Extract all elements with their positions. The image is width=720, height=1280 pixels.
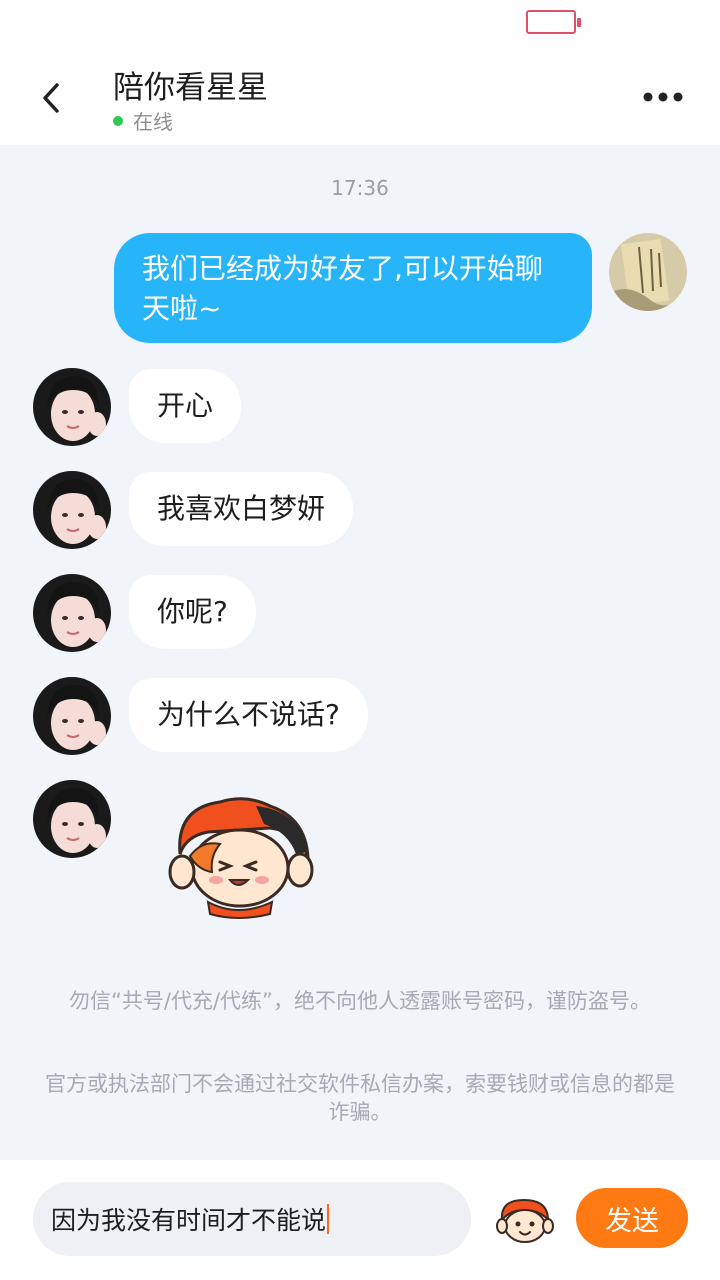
text-caret xyxy=(327,1204,330,1234)
contact-avatar[interactable] xyxy=(33,677,111,755)
online-status-text: 在线 xyxy=(133,110,173,134)
contact-name: 陪你看星星 xyxy=(113,70,268,106)
contact-avatar[interactable] xyxy=(33,574,111,652)
message-bubble-outgoing[interactable]: 我们已经成为好友了,可以开始聊天啦~ xyxy=(114,233,592,343)
avatar-image xyxy=(609,233,687,311)
contact-avatar[interactable] xyxy=(33,368,111,446)
send-button[interactable]: 发送 xyxy=(576,1188,688,1248)
chevron-left-icon xyxy=(43,83,59,113)
avatar-image xyxy=(33,574,111,652)
sticker-picker-button[interactable] xyxy=(496,1196,554,1246)
avatar-image xyxy=(33,368,111,446)
message-bubble-incoming[interactable]: 我喜欢白梦妍 xyxy=(129,472,354,546)
contact-avatar[interactable] xyxy=(33,471,111,549)
message-timestamp: 17:36 xyxy=(331,176,389,200)
online-dot-icon xyxy=(113,115,123,126)
status-bar xyxy=(0,0,720,50)
contact-avatar[interactable] xyxy=(33,780,111,858)
message-bubble-incoming[interactable]: 为什么不说话? xyxy=(129,678,368,752)
back-button[interactable] xyxy=(30,76,74,120)
battery-icon xyxy=(526,10,581,34)
message-bubble-incoming[interactable]: 你呢? xyxy=(129,575,256,649)
message-composer: 因为我没有时间才不能说 发送 xyxy=(0,1160,720,1280)
more-dots-icon xyxy=(643,92,683,102)
avatar-image xyxy=(33,780,111,858)
online-status: 在线 xyxy=(113,106,173,135)
cartoon-sticker-icon[interactable] xyxy=(168,792,318,920)
self-avatar[interactable] xyxy=(609,233,687,311)
avatar-image xyxy=(33,471,111,549)
safety-notice: 官方或执法部门不会通过社交软件私信办案，索要钱财或信息的都是诈骗。 xyxy=(45,1072,675,1124)
message-bubble-incoming[interactable]: 开心 xyxy=(129,369,242,443)
more-options-button[interactable] xyxy=(640,82,686,112)
mascot-face-icon xyxy=(496,1198,554,1243)
avatar-image xyxy=(33,677,111,755)
safety-notice: 勿信“共号/代充/代练”，绝不向他人透露账号密码，谨防盗号。 xyxy=(69,989,651,1013)
message-input[interactable]: 因为我没有时间才不能说 xyxy=(33,1182,471,1256)
message-input-value: 因为我没有时间才不能说 xyxy=(51,1206,327,1235)
chat-header: 陪你看星星 在线 xyxy=(0,50,720,145)
